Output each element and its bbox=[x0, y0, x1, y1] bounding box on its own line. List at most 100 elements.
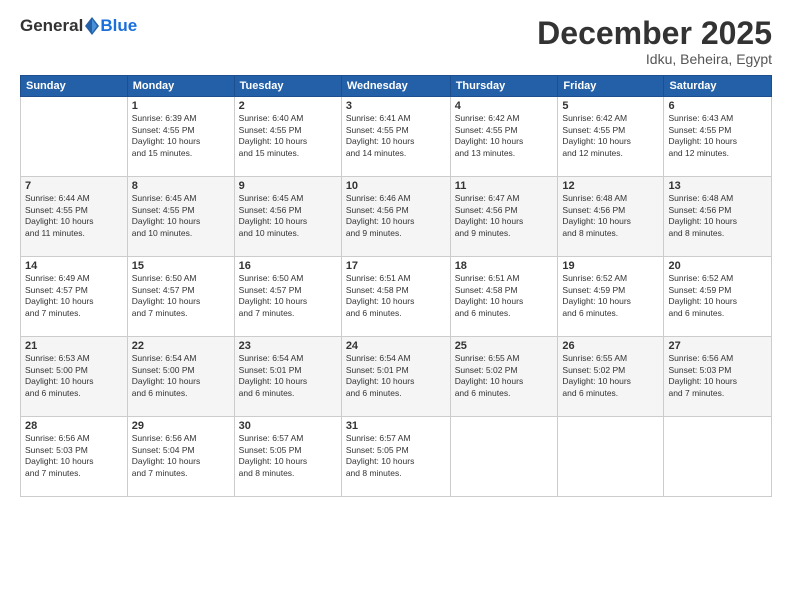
day-info: Sunrise: 6:40 AM Sunset: 4:55 PM Dayligh… bbox=[239, 113, 337, 159]
day-number: 21 bbox=[25, 340, 123, 352]
day-number: 2 bbox=[239, 100, 337, 112]
day-info: Sunrise: 6:41 AM Sunset: 4:55 PM Dayligh… bbox=[346, 113, 446, 159]
calendar-week-row: 1Sunrise: 6:39 AM Sunset: 4:55 PM Daylig… bbox=[21, 97, 772, 177]
day-number: 18 bbox=[455, 260, 554, 272]
table-row: 18Sunrise: 6:51 AM Sunset: 4:58 PM Dayli… bbox=[450, 257, 558, 337]
day-number: 6 bbox=[668, 100, 767, 112]
day-number: 10 bbox=[346, 180, 446, 192]
col-thursday: Thursday bbox=[450, 76, 558, 97]
calendar-week-row: 21Sunrise: 6:53 AM Sunset: 5:00 PM Dayli… bbox=[21, 337, 772, 417]
logo: General Blue bbox=[20, 16, 137, 36]
title-section: December 2025 Idku, Beheira, Egypt bbox=[537, 16, 772, 67]
day-info: Sunrise: 6:50 AM Sunset: 4:57 PM Dayligh… bbox=[239, 273, 337, 319]
table-row: 6Sunrise: 6:43 AM Sunset: 4:55 PM Daylig… bbox=[664, 97, 772, 177]
calendar-header-row: Sunday Monday Tuesday Wednesday Thursday… bbox=[21, 76, 772, 97]
day-info: Sunrise: 6:45 AM Sunset: 4:55 PM Dayligh… bbox=[132, 193, 230, 239]
table-row: 12Sunrise: 6:48 AM Sunset: 4:56 PM Dayli… bbox=[558, 177, 664, 257]
day-number: 3 bbox=[346, 100, 446, 112]
table-row: 25Sunrise: 6:55 AM Sunset: 5:02 PM Dayli… bbox=[450, 337, 558, 417]
day-number: 31 bbox=[346, 420, 446, 432]
table-row bbox=[664, 417, 772, 497]
day-info: Sunrise: 6:54 AM Sunset: 5:01 PM Dayligh… bbox=[346, 353, 446, 399]
day-info: Sunrise: 6:54 AM Sunset: 5:01 PM Dayligh… bbox=[239, 353, 337, 399]
day-info: Sunrise: 6:48 AM Sunset: 4:56 PM Dayligh… bbox=[668, 193, 767, 239]
day-number: 30 bbox=[239, 420, 337, 432]
day-number: 26 bbox=[562, 340, 659, 352]
day-info: Sunrise: 6:47 AM Sunset: 4:56 PM Dayligh… bbox=[455, 193, 554, 239]
day-number: 17 bbox=[346, 260, 446, 272]
day-info: Sunrise: 6:51 AM Sunset: 4:58 PM Dayligh… bbox=[346, 273, 446, 319]
calendar-table: Sunday Monday Tuesday Wednesday Thursday… bbox=[20, 75, 772, 497]
table-row: 21Sunrise: 6:53 AM Sunset: 5:00 PM Dayli… bbox=[21, 337, 128, 417]
day-info: Sunrise: 6:55 AM Sunset: 5:02 PM Dayligh… bbox=[562, 353, 659, 399]
table-row bbox=[450, 417, 558, 497]
logo-text: General Blue bbox=[20, 16, 137, 36]
table-row: 2Sunrise: 6:40 AM Sunset: 4:55 PM Daylig… bbox=[234, 97, 341, 177]
table-row: 13Sunrise: 6:48 AM Sunset: 4:56 PM Dayli… bbox=[664, 177, 772, 257]
table-row: 16Sunrise: 6:50 AM Sunset: 4:57 PM Dayli… bbox=[234, 257, 341, 337]
day-number: 13 bbox=[668, 180, 767, 192]
table-row: 23Sunrise: 6:54 AM Sunset: 5:01 PM Dayli… bbox=[234, 337, 341, 417]
day-number: 14 bbox=[25, 260, 123, 272]
logo-general: General bbox=[20, 16, 83, 36]
day-info: Sunrise: 6:57 AM Sunset: 5:05 PM Dayligh… bbox=[239, 433, 337, 479]
table-row: 30Sunrise: 6:57 AM Sunset: 5:05 PM Dayli… bbox=[234, 417, 341, 497]
day-info: Sunrise: 6:57 AM Sunset: 5:05 PM Dayligh… bbox=[346, 433, 446, 479]
col-monday: Monday bbox=[127, 76, 234, 97]
day-number: 11 bbox=[455, 180, 554, 192]
day-info: Sunrise: 6:42 AM Sunset: 4:55 PM Dayligh… bbox=[562, 113, 659, 159]
table-row: 22Sunrise: 6:54 AM Sunset: 5:00 PM Dayli… bbox=[127, 337, 234, 417]
day-number: 22 bbox=[132, 340, 230, 352]
day-info: Sunrise: 6:48 AM Sunset: 4:56 PM Dayligh… bbox=[562, 193, 659, 239]
col-saturday: Saturday bbox=[664, 76, 772, 97]
table-row: 19Sunrise: 6:52 AM Sunset: 4:59 PM Dayli… bbox=[558, 257, 664, 337]
day-number: 4 bbox=[455, 100, 554, 112]
col-sunday: Sunday bbox=[21, 76, 128, 97]
day-info: Sunrise: 6:56 AM Sunset: 5:03 PM Dayligh… bbox=[668, 353, 767, 399]
table-row: 14Sunrise: 6:49 AM Sunset: 4:57 PM Dayli… bbox=[21, 257, 128, 337]
day-info: Sunrise: 6:44 AM Sunset: 4:55 PM Dayligh… bbox=[25, 193, 123, 239]
table-row: 24Sunrise: 6:54 AM Sunset: 5:01 PM Dayli… bbox=[341, 337, 450, 417]
header: General Blue December 2025 Idku, Beheira… bbox=[20, 16, 772, 67]
day-info: Sunrise: 6:45 AM Sunset: 4:56 PM Dayligh… bbox=[239, 193, 337, 239]
day-info: Sunrise: 6:52 AM Sunset: 4:59 PM Dayligh… bbox=[562, 273, 659, 319]
table-row: 10Sunrise: 6:46 AM Sunset: 4:56 PM Dayli… bbox=[341, 177, 450, 257]
day-number: 23 bbox=[239, 340, 337, 352]
day-number: 20 bbox=[668, 260, 767, 272]
table-row: 11Sunrise: 6:47 AM Sunset: 4:56 PM Dayli… bbox=[450, 177, 558, 257]
day-number: 9 bbox=[239, 180, 337, 192]
day-info: Sunrise: 6:54 AM Sunset: 5:00 PM Dayligh… bbox=[132, 353, 230, 399]
table-row: 31Sunrise: 6:57 AM Sunset: 5:05 PM Dayli… bbox=[341, 417, 450, 497]
day-number: 1 bbox=[132, 100, 230, 112]
table-row: 17Sunrise: 6:51 AM Sunset: 4:58 PM Dayli… bbox=[341, 257, 450, 337]
day-number: 7 bbox=[25, 180, 123, 192]
day-number: 8 bbox=[132, 180, 230, 192]
day-info: Sunrise: 6:50 AM Sunset: 4:57 PM Dayligh… bbox=[132, 273, 230, 319]
page-container: General Blue December 2025 Idku, Beheira… bbox=[0, 0, 792, 612]
day-info: Sunrise: 6:56 AM Sunset: 5:03 PM Dayligh… bbox=[25, 433, 123, 479]
table-row: 5Sunrise: 6:42 AM Sunset: 4:55 PM Daylig… bbox=[558, 97, 664, 177]
month-title: December 2025 bbox=[537, 16, 772, 51]
table-row bbox=[21, 97, 128, 177]
col-wednesday: Wednesday bbox=[341, 76, 450, 97]
table-row: 3Sunrise: 6:41 AM Sunset: 4:55 PM Daylig… bbox=[341, 97, 450, 177]
day-info: Sunrise: 6:46 AM Sunset: 4:56 PM Dayligh… bbox=[346, 193, 446, 239]
table-row: 7Sunrise: 6:44 AM Sunset: 4:55 PM Daylig… bbox=[21, 177, 128, 257]
day-number: 27 bbox=[668, 340, 767, 352]
day-number: 19 bbox=[562, 260, 659, 272]
col-friday: Friday bbox=[558, 76, 664, 97]
day-info: Sunrise: 6:56 AM Sunset: 5:04 PM Dayligh… bbox=[132, 433, 230, 479]
day-number: 16 bbox=[239, 260, 337, 272]
table-row: 9Sunrise: 6:45 AM Sunset: 4:56 PM Daylig… bbox=[234, 177, 341, 257]
day-number: 15 bbox=[132, 260, 230, 272]
day-info: Sunrise: 6:39 AM Sunset: 4:55 PM Dayligh… bbox=[132, 113, 230, 159]
table-row: 28Sunrise: 6:56 AM Sunset: 5:03 PM Dayli… bbox=[21, 417, 128, 497]
logo-blue: Blue bbox=[100, 16, 137, 36]
day-info: Sunrise: 6:49 AM Sunset: 4:57 PM Dayligh… bbox=[25, 273, 123, 319]
table-row bbox=[558, 417, 664, 497]
day-info: Sunrise: 6:55 AM Sunset: 5:02 PM Dayligh… bbox=[455, 353, 554, 399]
table-row: 1Sunrise: 6:39 AM Sunset: 4:55 PM Daylig… bbox=[127, 97, 234, 177]
day-info: Sunrise: 6:52 AM Sunset: 4:59 PM Dayligh… bbox=[668, 273, 767, 319]
logo-icon bbox=[85, 17, 99, 35]
day-number: 24 bbox=[346, 340, 446, 352]
